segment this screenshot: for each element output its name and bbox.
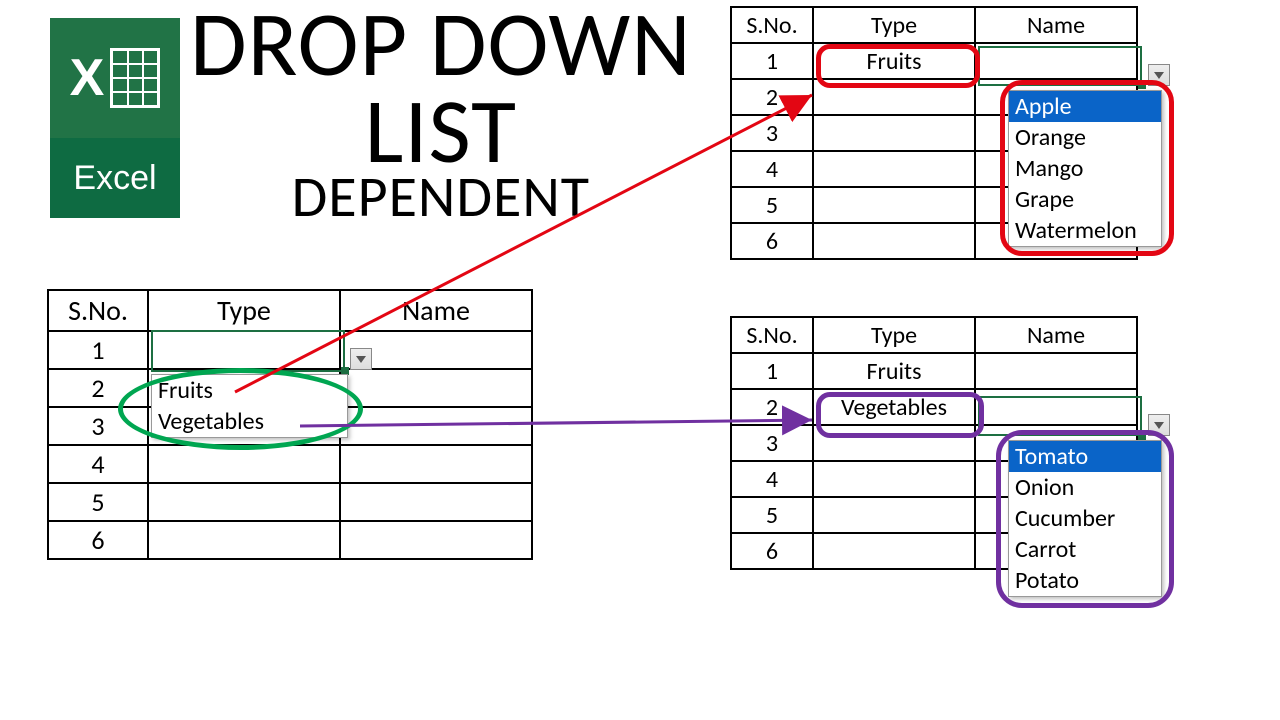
fruit-option[interactable]: Orange — [1009, 122, 1161, 153]
lt-hdr-name: Name — [340, 290, 532, 331]
trt-hdr-type: Type — [813, 7, 975, 43]
dropdown-button[interactable] — [350, 348, 372, 370]
fruit-option[interactable]: Watermelon — [1009, 215, 1161, 246]
lt-sno: 4 — [48, 445, 148, 483]
lt-sno: 2 — [48, 369, 148, 407]
veg-option[interactable]: Onion — [1009, 472, 1161, 503]
type-option-vegetables[interactable]: Vegetables — [152, 406, 347, 437]
lt-hdr-type: Type — [148, 290, 340, 331]
veg-option[interactable]: Cucumber — [1009, 503, 1161, 534]
title-line3: DEPENDENT — [190, 169, 692, 224]
title-block: DROP DOWN LIST DEPENDENT — [190, 0, 692, 224]
fruit-option[interactable]: Apple — [1009, 91, 1161, 122]
trt-hdr-sno: S.No. — [731, 7, 813, 43]
trt-type1[interactable]: Fruits — [813, 43, 975, 79]
dropdown-button[interactable] — [1148, 64, 1170, 86]
brt-type2[interactable]: Vegetables — [813, 389, 975, 425]
fruit-option[interactable]: Mango — [1009, 153, 1161, 184]
lt-sno: 6 — [48, 521, 148, 559]
fruit-option[interactable]: Grape — [1009, 184, 1161, 215]
type-dropdown-panel[interactable]: Fruits Vegetables — [151, 374, 348, 438]
fruits-dropdown-panel[interactable]: Apple Orange Mango Grape Watermelon — [1008, 90, 1162, 247]
veg-dropdown-panel[interactable]: Tomato Onion Cucumber Carrot Potato — [1008, 440, 1162, 597]
brt-hdr-sno: S.No. — [731, 317, 813, 353]
veg-option[interactable]: Potato — [1009, 565, 1161, 596]
lt-sno: 3 — [48, 407, 148, 445]
veg-option[interactable]: Carrot — [1009, 534, 1161, 565]
dropdown-button[interactable] — [1148, 414, 1170, 436]
lt-hdr-sno: S.No. — [48, 290, 148, 331]
excel-logo: X Excel — [50, 18, 180, 218]
excel-x-letter: X — [70, 48, 105, 108]
lt-type-cell[interactable] — [148, 331, 340, 369]
brt-hdr-type: Type — [813, 317, 975, 353]
lt-sno: 5 — [48, 483, 148, 521]
fill-handle[interactable] — [1138, 81, 1146, 89]
trt-hdr-name: Name — [975, 7, 1137, 43]
spreadsheet-icon — [110, 48, 160, 108]
fill-handle[interactable] — [1138, 432, 1146, 440]
veg-option[interactable]: Tomato — [1009, 441, 1161, 472]
brt-hdr-name: Name — [975, 317, 1137, 353]
excel-label: Excel — [50, 138, 180, 218]
lt-sno: 1 — [48, 331, 148, 369]
type-option-fruits[interactable]: Fruits — [152, 375, 347, 406]
